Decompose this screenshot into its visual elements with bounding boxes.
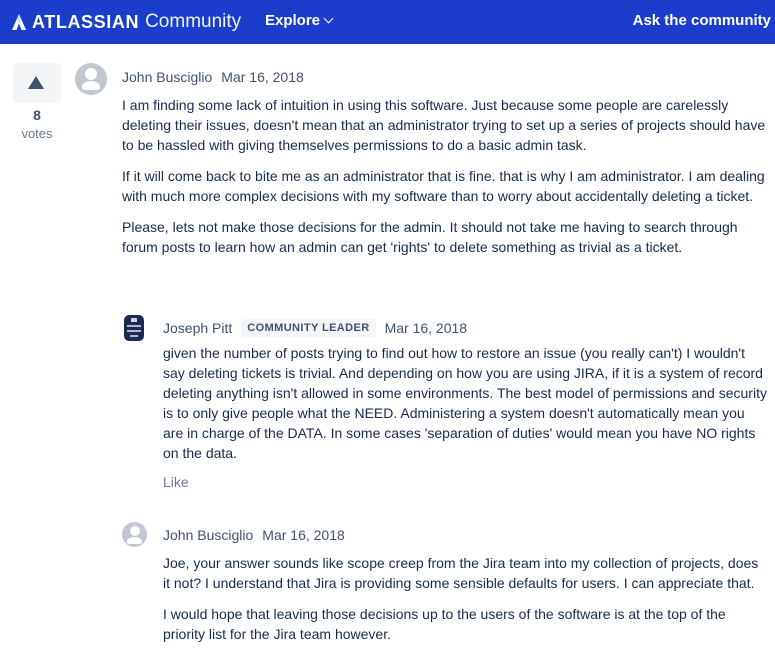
avatar[interactable]	[124, 315, 144, 341]
reply-body: Joe, your answer sounds like scope creep…	[163, 553, 768, 655]
crown-icon	[131, 318, 137, 322]
post-date: Mar 16, 2018	[384, 320, 468, 336]
reply-body: given the number of posts trying to find…	[163, 343, 768, 474]
user-head-icon	[85, 68, 97, 80]
logo-brand-text: ATLASSIAN	[32, 11, 140, 32]
post-paragraph: I would hope that leaving those decision…	[163, 606, 726, 642]
post-paragraph: If it will come back to bite me as an ad…	[122, 168, 765, 204]
like-button[interactable]: Like	[163, 474, 189, 490]
user-body-icon	[127, 536, 142, 544]
author-name[interactable]: John Busciglio	[163, 527, 253, 543]
upvote-button[interactable]	[13, 63, 61, 103]
post-paragraph: Please, lets not make those decisions fo…	[122, 219, 738, 255]
top-navigation-bar: ATLASSIAN Community Explore Ask the comm…	[0, 0, 775, 44]
post-paragraph: I am finding some lack of intuition in u…	[122, 97, 766, 153]
atlassian-community-logo[interactable]: ATLASSIAN Community	[12, 10, 241, 34]
avatar[interactable]	[122, 522, 147, 547]
reply-meta: Joseph Pitt COMMUNITY LEADER Mar 16, 201…	[163, 319, 467, 337]
avatar-text-line	[127, 330, 141, 332]
post-paragraph: given the number of posts trying to find…	[163, 345, 767, 461]
avatar-text-line	[130, 335, 138, 337]
vote-label: votes	[21, 126, 53, 141]
author-name[interactable]: John Busciglio	[122, 69, 212, 85]
explore-menu[interactable]: Explore	[265, 12, 334, 29]
post-date: Mar 16, 2018	[262, 527, 345, 543]
arrow-up-icon	[28, 76, 44, 89]
logo-product-text: Community	[145, 11, 242, 32]
reply-meta: John Busciglio Mar 16, 2018	[163, 527, 345, 543]
avatar[interactable]	[75, 63, 107, 95]
user-body-icon	[82, 81, 100, 90]
ask-the-community-link[interactable]: Ask the community	[633, 12, 771, 29]
post-body: I am finding some lack of intuition in u…	[122, 95, 772, 268]
avatar-text-line	[127, 325, 141, 327]
community-leader-badge: COMMUNITY LEADER	[241, 319, 376, 337]
explore-label: Explore	[265, 12, 321, 29]
post-paragraph: Joe, your answer sounds like scope creep…	[163, 555, 759, 591]
post-date: Mar 16, 2018	[221, 69, 304, 85]
vote-count: 8	[33, 107, 41, 123]
chevron-down-icon	[323, 13, 334, 24]
author-name[interactable]: Joseph Pitt	[163, 320, 232, 336]
atlassian-logo-icon	[12, 14, 26, 30]
post-meta: John Busciglio Mar 16, 2018	[122, 69, 304, 85]
user-head-icon	[129, 526, 140, 536]
